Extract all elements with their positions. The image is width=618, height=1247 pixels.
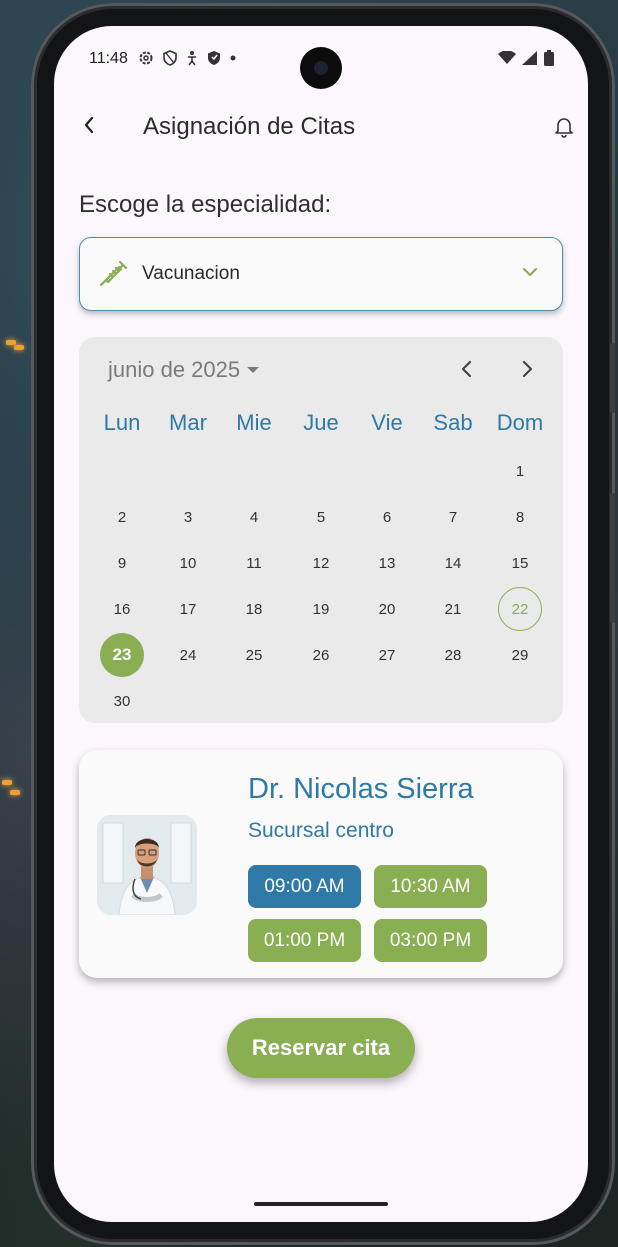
day-cell[interactable]: 25: [232, 633, 276, 677]
shield-icon: [163, 50, 177, 66]
specialty-selected: Vacunacion: [142, 263, 240, 284]
day-cell[interactable]: 1: [498, 449, 542, 493]
day-cell[interactable]: 24: [166, 633, 210, 677]
time-slot-1300[interactable]: 01:00 PM: [248, 919, 361, 962]
status-time: 11:48: [89, 50, 128, 67]
settings-icon: [139, 51, 153, 65]
day-cell[interactable]: 7: [431, 495, 475, 539]
day-cell[interactable]: 17: [166, 587, 210, 631]
chevron-down-icon: [522, 267, 538, 277]
caret-down-icon: [247, 367, 260, 373]
day-cell[interactable]: 30: [100, 679, 144, 723]
doctor-name: Dr. Nicolas Sierra: [248, 773, 474, 805]
day-cell[interactable]: 27: [365, 633, 409, 677]
day-cell[interactable]: 5: [299, 495, 343, 539]
weekday-fri: Vie: [371, 410, 403, 435]
day-cell[interactable]: 4: [232, 495, 276, 539]
day-cell[interactable]: 10: [166, 541, 210, 585]
day-cell[interactable]: 26: [299, 633, 343, 677]
day-cell[interactable]: 8: [498, 495, 542, 539]
day-cell[interactable]: 2: [100, 495, 144, 539]
day-cell[interactable]: 20: [365, 587, 409, 631]
time-slot-1030[interactable]: 10:30 AM: [374, 865, 487, 908]
time-slot-0900[interactable]: 09:00 AM: [248, 865, 361, 908]
volume-button: [610, 343, 615, 413]
status-bar: 11:48: [54, 26, 588, 89]
day-cell[interactable]: 16: [100, 587, 144, 631]
accessibility-icon: [188, 51, 196, 66]
day-cell-today[interactable]: 22: [498, 587, 542, 631]
doctor-card: Dr. Nicolas Sierra Sucursal centro 09:00…: [79, 750, 563, 978]
day-cell[interactable]: 3: [166, 495, 210, 539]
dot-icon: [230, 55, 236, 61]
day-cell[interactable]: 28: [431, 633, 475, 677]
day-cell[interactable]: 12: [299, 541, 343, 585]
day-cell[interactable]: 13: [365, 541, 409, 585]
specialty-dropdown[interactable]: Vacunacion: [79, 237, 563, 311]
doctor-photo: [97, 815, 197, 915]
day-cell[interactable]: 6: [365, 495, 409, 539]
month-selector[interactable]: junio de 2025: [108, 357, 260, 383]
day-cell-selected[interactable]: 23: [100, 633, 144, 677]
day-cell[interactable]: 19: [299, 587, 343, 631]
background-light: [2, 780, 12, 785]
day-cell[interactable]: 29: [498, 633, 542, 677]
weekday-thu: Jue: [303, 410, 339, 435]
weekday-wed: Mie: [236, 410, 272, 435]
signal-icon: [522, 51, 537, 65]
day-cell[interactable]: 18: [232, 587, 276, 631]
weekday-sun: Dom: [496, 410, 544, 435]
background-light: [14, 345, 24, 350]
background-light: [10, 790, 20, 795]
day-cell[interactable]: 15: [498, 541, 542, 585]
page-title: Asignación de Citas: [143, 113, 356, 140]
syringe-icon: [99, 260, 128, 287]
power-button: [610, 493, 615, 623]
doctor-branch: Sucursal centro: [248, 819, 394, 842]
wifi-icon: [498, 51, 516, 64]
reserve-button[interactable]: Reservar cita: [227, 1018, 415, 1078]
app-screen: 11:48 Asignación de Citas Escoge la espe…: [54, 26, 588, 1222]
weekday-tue: Mar: [169, 410, 207, 435]
weekday-mon: Lun: [103, 410, 141, 435]
front-camera: [300, 47, 342, 89]
day-cell[interactable]: 9: [100, 541, 144, 585]
time-slot-1500[interactable]: 03:00 PM: [374, 919, 487, 962]
next-month-icon[interactable]: [519, 359, 535, 379]
day-cell[interactable]: 14: [431, 541, 475, 585]
day-cell[interactable]: 11: [232, 541, 276, 585]
battery-icon: [544, 50, 554, 66]
home-indicator: [254, 1202, 388, 1206]
specialty-label: Escoge la especialidad:: [79, 191, 332, 218]
back-arrow-icon[interactable]: [78, 113, 102, 137]
day-cell[interactable]: 21: [431, 587, 475, 631]
bell-icon[interactable]: [554, 116, 574, 138]
previous-month-icon[interactable]: [459, 359, 475, 379]
month-label: junio de 2025: [108, 357, 241, 382]
app-bar: Asignación de Citas: [54, 101, 588, 157]
weekday-sat: Sab: [433, 410, 473, 435]
shield-filled-icon: [208, 51, 220, 65]
calendar: junio de 2025 Lun Mar Mie Jue Vie Sab Do…: [79, 337, 563, 723]
